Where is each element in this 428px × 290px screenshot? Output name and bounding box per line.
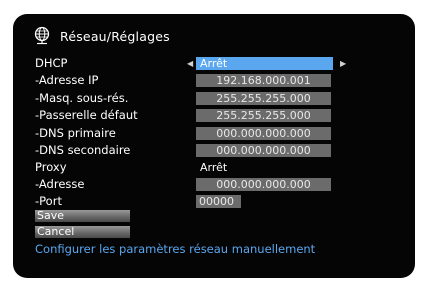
subnet-mask-label: -Masq. sous-rés. xyxy=(35,91,129,105)
proxy-address-field[interactable]: 000.000.000.000 xyxy=(196,178,331,191)
secondary-dns-field[interactable]: 000.000.000.000 xyxy=(196,144,331,157)
cancel-button[interactable]: Cancel xyxy=(35,226,130,238)
secondary-dns-label: -DNS secondaire xyxy=(35,143,131,157)
arrow-right-icon[interactable]: ▶ xyxy=(340,59,346,68)
page-title: Réseau/Réglages xyxy=(60,29,170,44)
proxy-address-label: -Adresse xyxy=(35,177,85,191)
subnet-mask-field[interactable]: 255.255.255.000 xyxy=(196,92,331,105)
primary-dns-label: -DNS primaire xyxy=(35,126,116,140)
gateway-field[interactable]: 255.255.255.000 xyxy=(196,109,331,122)
ip-address-label: -Adresse IP xyxy=(35,73,99,87)
arrow-left-icon[interactable]: ◀ xyxy=(187,59,193,68)
proxy-label: Proxy xyxy=(35,160,67,174)
gateway-label: -Passerelle défaut xyxy=(35,108,138,122)
help-text: Configurer les paramètres réseau manuell… xyxy=(35,242,316,256)
ip-address-field[interactable]: 192.168.000.001 xyxy=(196,74,331,87)
save-button[interactable]: Save xyxy=(35,210,130,222)
dhcp-value[interactable]: Arrêt xyxy=(196,57,333,70)
primary-dns-field[interactable]: 000.000.000.000 xyxy=(196,127,331,140)
proxy-port-label: -Port xyxy=(35,194,62,208)
globe-network-icon xyxy=(34,26,50,45)
dhcp-label: DHCP xyxy=(35,56,68,70)
proxy-port-field[interactable]: 00000 xyxy=(196,195,241,208)
proxy-value[interactable]: Arrêt xyxy=(196,161,335,174)
